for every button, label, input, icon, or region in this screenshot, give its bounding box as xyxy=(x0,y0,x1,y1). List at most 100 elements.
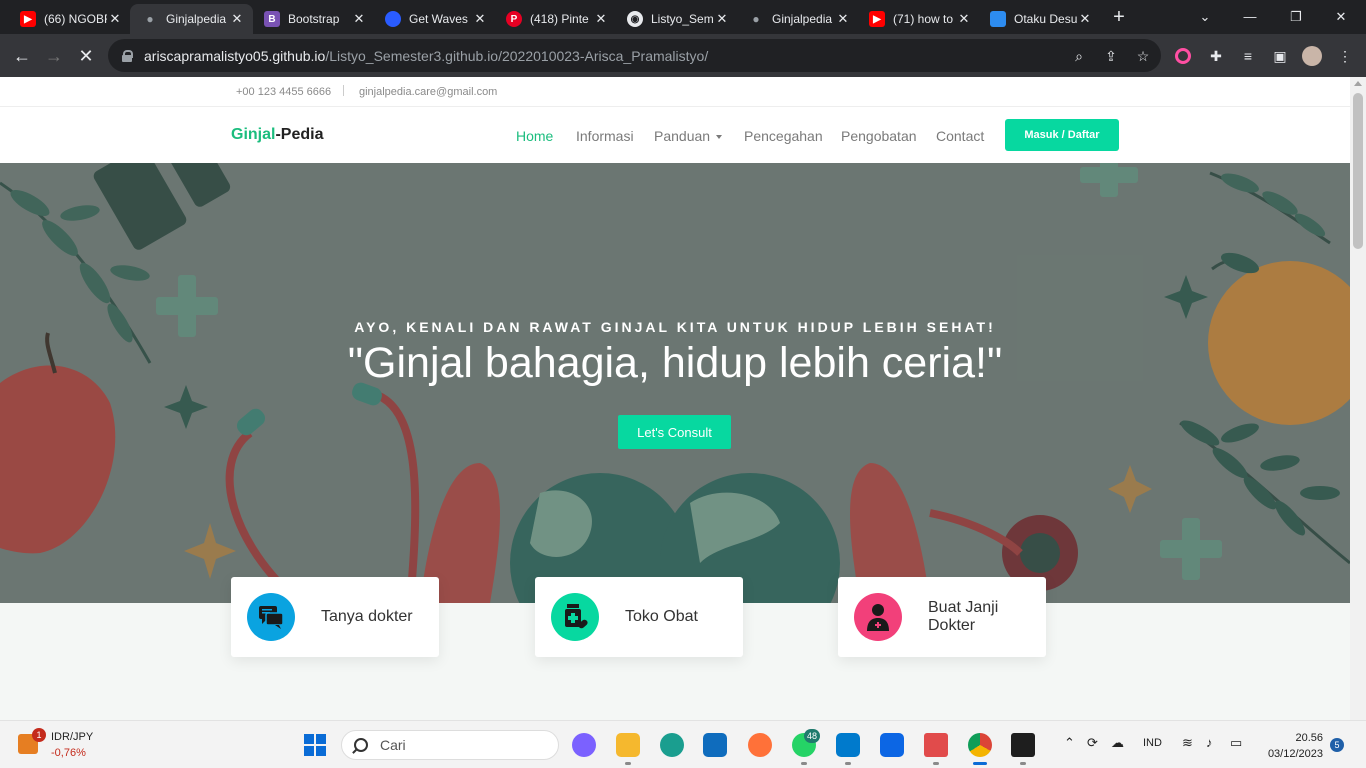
tab-title: Get Waves xyxy=(409,12,468,26)
restore-icon[interactable]: ❐ xyxy=(1285,6,1307,28)
notification-badge[interactable]: 5 xyxy=(1330,738,1344,752)
pinterest-icon: P xyxy=(506,11,522,27)
ticker-name: IDR/JPY xyxy=(51,731,94,743)
card-tanya-dokter[interactable]: Tanya dokter xyxy=(231,577,439,657)
scroll-up-icon[interactable] xyxy=(1354,81,1362,86)
zoom-icon[interactable]: ⌕ xyxy=(1070,47,1088,65)
caret-down-icon xyxy=(716,135,723,140)
media-control-icon[interactable]: ≡ xyxy=(1239,47,1257,65)
wifi-icon[interactable]: ≋ xyxy=(1182,735,1193,751)
minimize-icon[interactable]: — xyxy=(1239,6,1261,28)
browser-tab[interactable]: ▶ (71) how to ✕ xyxy=(857,4,980,34)
url-host: ariscapramalistyo05.github.io xyxy=(144,47,326,64)
close-tab-icon[interactable]: ✕ xyxy=(956,11,972,27)
tab-title: (418) Pinte xyxy=(530,12,589,26)
microsoft-store-icon[interactable] xyxy=(703,733,727,757)
chrome-icon[interactable] xyxy=(968,733,992,757)
hero-subtitle: AYO, KENALI DAN RAWAT GINJAL KITA UNTUK … xyxy=(354,319,996,335)
otaku-icon xyxy=(990,11,1006,27)
close-window-icon[interactable]: ✕ xyxy=(1330,6,1352,28)
browser-toolbar: ← → ✕ ariscapramalistyo05.github.io/List… xyxy=(0,34,1366,77)
extensions-puzzle-icon[interactable]: ✚ xyxy=(1207,47,1225,65)
nav-pengobatan[interactable]: Pengobatan xyxy=(841,128,917,144)
hero-title: "Ginjal bahagia, hidup lebih ceria!" xyxy=(347,339,1003,387)
edge-browser-icon[interactable] xyxy=(660,733,684,757)
browser-tab[interactable]: Otaku Desu ✕ xyxy=(978,4,1101,34)
browser-tab-active[interactable]: ● Ginjalpedia ✕ xyxy=(130,4,253,34)
firefox-icon[interactable] xyxy=(748,733,772,757)
chevron-up-icon[interactable]: ⌃ xyxy=(1064,735,1075,751)
youtube-icon: ▶ xyxy=(20,11,36,27)
system-clock[interactable]: 20.56 03/12/2023 xyxy=(1243,730,1323,762)
close-tab-icon[interactable]: ✕ xyxy=(835,11,851,27)
stop-loading-icon[interactable]: ✕ xyxy=(74,44,98,68)
share-icon[interactable]: ⇪ xyxy=(1102,47,1120,65)
back-icon[interactable]: ← xyxy=(10,44,34,68)
web-page: +00 123 4455 6666 ginjalpedia.care@gmail… xyxy=(0,77,1350,720)
cloud-offline-icon[interactable]: ☁ xyxy=(1111,735,1124,751)
login-register-button[interactable]: Masuk / Daftar xyxy=(1005,119,1119,151)
browser-tab[interactable]: B Bootstrap ✕ xyxy=(252,4,375,34)
chat-meet-icon[interactable] xyxy=(572,733,596,757)
scrollbar-thumb[interactable] xyxy=(1353,93,1363,249)
close-tab-icon[interactable]: ✕ xyxy=(107,11,123,27)
sync-icon[interactable]: ⟳ xyxy=(1087,735,1098,751)
email-address[interactable]: ginjalpedia.care@gmail.com xyxy=(359,86,497,98)
browser-tab[interactable]: ◉ Listyo_Sem ✕ xyxy=(615,4,738,34)
forward-icon[interactable]: → xyxy=(42,44,66,68)
close-tab-icon[interactable]: ✕ xyxy=(351,11,367,27)
page-scrollbar[interactable] xyxy=(1350,77,1366,720)
kebab-menu-icon[interactable]: ⋮ xyxy=(1336,47,1354,65)
contact-topbar: +00 123 4455 6666 ginjalpedia.care@gmail… xyxy=(0,77,1350,107)
close-tab-icon[interactable]: ✕ xyxy=(593,11,609,27)
tab-title: (66) NGOBR xyxy=(44,12,107,26)
close-tab-icon[interactable]: ✕ xyxy=(472,11,488,27)
vscode-icon[interactable] xyxy=(836,733,860,757)
site-logo[interactable]: Ginjal-Pedia xyxy=(231,126,323,144)
browser-tab-strip: ▶ (66) NGOBR ✕ ● Ginjalpedia ✕ B Bootstr… xyxy=(0,0,1366,34)
close-tab-icon[interactable]: ✕ xyxy=(714,11,730,27)
nav-contact[interactable]: Contact xyxy=(936,128,984,144)
clock-time: 20.56 xyxy=(1295,732,1323,744)
snipping-tool-icon[interactable] xyxy=(924,733,948,757)
card-label: Tanya dokter xyxy=(321,608,413,625)
close-tab-icon[interactable]: ✕ xyxy=(1077,11,1093,27)
profile-avatar[interactable] xyxy=(1302,46,1322,66)
nav-informasi[interactable]: Informasi xyxy=(576,128,634,144)
running-indicator xyxy=(1020,762,1026,765)
new-tab-button[interactable]: + xyxy=(1108,6,1130,28)
browser-tab[interactable]: Get Waves ✕ xyxy=(373,4,496,34)
browser-tab[interactable]: P (418) Pinte ✕ xyxy=(494,4,617,34)
bookmark-star-icon[interactable]: ☆ xyxy=(1134,47,1152,65)
terminal-icon[interactable] xyxy=(1011,733,1035,757)
nav-home[interactable]: Home xyxy=(516,128,553,144)
github-icon: ● xyxy=(146,12,154,26)
card-toko-obat[interactable]: Toko Obat xyxy=(535,577,743,657)
github-icon: ● xyxy=(752,12,760,26)
close-tab-icon[interactable]: ✕ xyxy=(229,11,245,27)
browser-tab[interactable]: ▶ (66) NGOBR ✕ xyxy=(8,4,131,34)
windows-start-icon[interactable] xyxy=(303,733,327,757)
logo-part-text: -Pedia xyxy=(275,126,324,143)
tab-title: Ginjalpedia xyxy=(166,12,227,26)
trello-icon[interactable] xyxy=(880,733,904,757)
tab-search-icon[interactable]: ⌄ xyxy=(1194,6,1216,28)
hero-banner: AYO, KENALI DAN RAWAT GINJAL KITA UNTUK … xyxy=(0,163,1350,603)
side-panel-icon[interactable]: ▣ xyxy=(1271,47,1289,65)
taskbar-search-box[interactable]: Cari xyxy=(341,730,559,760)
nav-panduan-label: Panduan xyxy=(654,128,711,144)
volume-icon[interactable]: ♪ xyxy=(1206,735,1213,750)
card-buat-janji-dokter[interactable]: Buat Janji Dokter xyxy=(838,577,1046,657)
color-picker-extension-icon[interactable] xyxy=(1175,48,1191,64)
address-bar[interactable]: ariscapramalistyo05.github.io/Listyo_Sem… xyxy=(108,39,1161,72)
browser-tab[interactable]: ● Ginjalpedia ✕ xyxy=(736,4,859,34)
lets-consult-button[interactable]: Let's Consult xyxy=(618,415,731,449)
input-language[interactable]: IND xyxy=(1143,737,1162,749)
tab-title: Bootstrap xyxy=(288,12,340,26)
lock-icon xyxy=(122,49,133,62)
ticker-badge: 1 xyxy=(32,728,46,742)
battery-icon[interactable]: ▭ xyxy=(1230,735,1242,751)
nav-pencegahan[interactable]: Pencegahan xyxy=(744,128,823,144)
nav-panduan-dropdown[interactable]: Panduan xyxy=(654,128,723,144)
file-explorer-icon[interactable] xyxy=(616,733,640,757)
